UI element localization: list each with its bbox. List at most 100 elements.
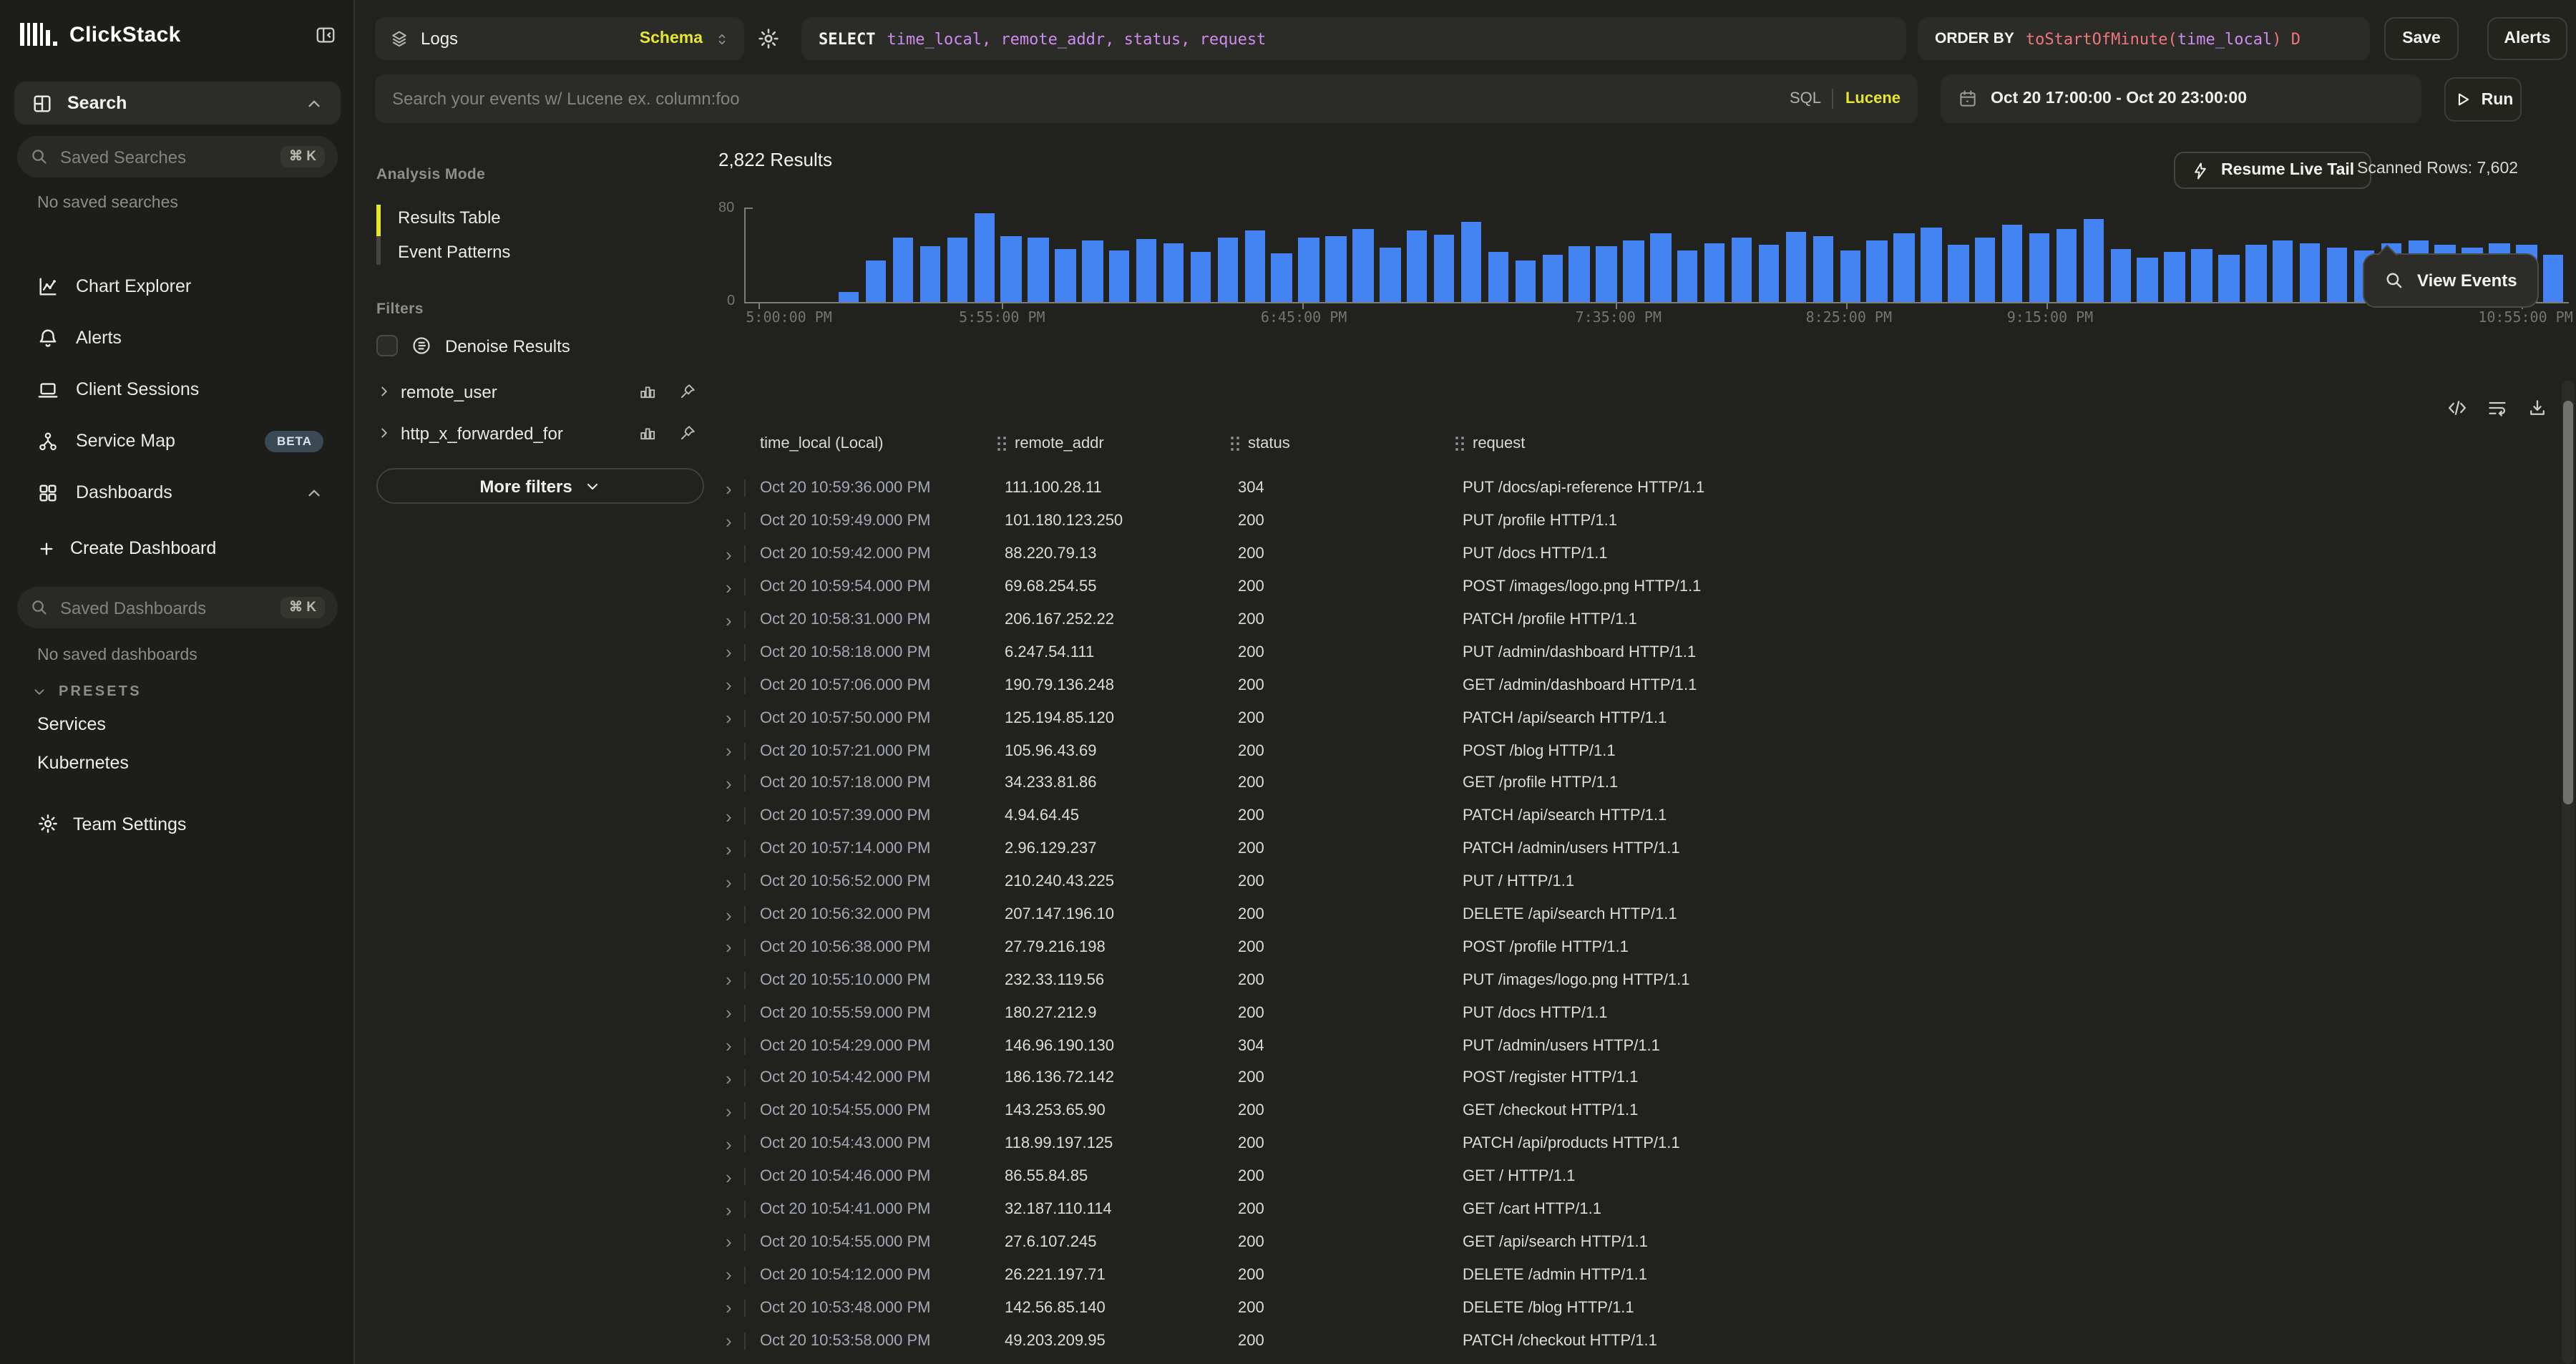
chart-bar[interactable]	[839, 291, 859, 302]
sidebar-item-search[interactable]: Search	[14, 82, 341, 125]
run-button[interactable]: Run	[2444, 77, 2522, 122]
chart-bar[interactable]	[2300, 243, 2321, 303]
chart-bar[interactable]	[1596, 246, 1617, 302]
table-row[interactable]: ›Oct 20 10:54:46.000 PM86.55.84.85200GET…	[716, 1160, 2576, 1193]
row-expand-chevron-icon[interactable]: ›	[726, 676, 732, 695]
table-row[interactable]: ›Oct 20 10:59:49.000 PM101.180.123.25020…	[716, 505, 2576, 538]
row-expand-chevron-icon[interactable]: ›	[726, 479, 732, 498]
table-row[interactable]: ›Oct 20 10:57:21.000 PM105.96.43.69200PO…	[716, 734, 2576, 767]
chart-bar[interactable]	[1136, 240, 1157, 302]
pin-icon[interactable]	[678, 424, 697, 442]
preset-item-services[interactable]: Services	[37, 714, 106, 734]
chart-bar[interactable]	[1840, 250, 1860, 302]
table-row[interactable]: ›Oct 20 10:57:06.000 PM190.79.136.248200…	[716, 669, 2576, 702]
chart-bar[interactable]	[1785, 231, 1806, 302]
row-expand-chevron-icon[interactable]: ›	[726, 1200, 732, 1219]
chart-bar[interactable]	[1434, 235, 1455, 302]
chart-bar[interactable]	[1759, 245, 1780, 302]
drag-handle-icon[interactable]	[1454, 435, 1465, 452]
table-row[interactable]: ›Oct 20 10:53:58.000 PM49.203.209.95200P…	[716, 1324, 2576, 1357]
chart-bar[interactable]	[893, 237, 914, 302]
filter-field-http-x-forwarded-for[interactable]: http_x_forwarded_for	[361, 412, 703, 454]
chart-bar[interactable]	[1244, 230, 1265, 302]
chart-bar[interactable]	[1299, 238, 1319, 302]
saved-dashboards-input[interactable]: Saved Dashboards ⌘ K	[17, 587, 338, 628]
table-row[interactable]: ›Oct 20 10:59:42.000 PM88.220.79.13200PU…	[716, 538, 2576, 571]
chart-bar[interactable]	[1813, 236, 1833, 302]
table-row[interactable]: ›Oct 20 10:57:18.000 PM34.233.81.86200GE…	[716, 767, 2576, 800]
row-expand-chevron-icon[interactable]: ›	[726, 971, 732, 990]
chart-bar[interactable]	[1272, 253, 1292, 302]
scrollbar-track[interactable]	[2562, 381, 2575, 1364]
mode-event-patterns[interactable]: Event Patterns	[376, 235, 710, 269]
more-filters-button[interactable]: More filters	[376, 468, 704, 504]
row-expand-chevron-icon[interactable]: ›	[726, 1102, 732, 1121]
chart-bar[interactable]	[1650, 233, 1671, 302]
row-expand-chevron-icon[interactable]: ›	[726, 545, 732, 563]
row-expand-chevron-icon[interactable]: ›	[726, 1266, 732, 1285]
time-range-picker[interactable]: Oct 20 17:00:00 - Oct 20 23:00:00	[1941, 74, 2421, 123]
chart-bar[interactable]	[1677, 250, 1698, 302]
chart-bar[interactable]	[1217, 237, 1238, 302]
download-icon[interactable]	[2527, 398, 2547, 418]
table-row[interactable]: ›Oct 20 10:54:43.000 PM118.99.197.125200…	[716, 1128, 2576, 1161]
row-expand-chevron-icon[interactable]: ›	[726, 643, 732, 662]
chart-bar[interactable]	[1163, 243, 1184, 303]
chart-bar[interactable]	[1569, 246, 1590, 302]
save-button[interactable]: Save	[2384, 17, 2459, 60]
column-header-status[interactable]: status	[1229, 435, 1290, 452]
chart-bar[interactable]	[1732, 237, 1752, 302]
chevron-up-icon[interactable]	[305, 483, 323, 502]
chart-bar[interactable]	[2245, 245, 2266, 302]
row-expand-chevron-icon[interactable]: ›	[726, 512, 732, 531]
presets-toggle[interactable]: PRESETS	[31, 684, 142, 700]
chart-bar[interactable]	[947, 237, 967, 302]
code-view-icon[interactable]	[2447, 398, 2467, 418]
sidebar-item-service-map[interactable]: Service Map BETA	[0, 415, 355, 467]
chart-bar[interactable]	[1001, 236, 1022, 302]
pin-icon[interactable]	[678, 382, 697, 401]
row-expand-chevron-icon[interactable]: ›	[726, 610, 732, 629]
table-row[interactable]: ›Oct 20 10:54:12.000 PM26.221.197.71200D…	[716, 1259, 2576, 1292]
chart-bar[interactable]	[1948, 244, 1968, 302]
row-expand-chevron-icon[interactable]: ›	[726, 708, 732, 727]
column-header-request[interactable]: request	[1454, 435, 1525, 452]
table-row[interactable]: ›Oct 20 10:54:42.000 PM186.136.72.142200…	[716, 1062, 2576, 1095]
row-expand-chevron-icon[interactable]: ›	[726, 938, 732, 957]
chart-bar[interactable]	[1407, 230, 1428, 302]
row-expand-chevron-icon[interactable]: ›	[726, 774, 732, 793]
chart-bar[interactable]	[1326, 236, 1347, 302]
chevron-right-icon[interactable]	[376, 384, 392, 399]
chart-bar[interactable]	[1082, 240, 1103, 302]
chart-bar[interactable]	[2029, 233, 2050, 302]
view-events-tooltip[interactable]: View Events	[2363, 253, 2539, 308]
preset-item-kubernetes[interactable]: Kubernetes	[37, 753, 129, 773]
row-expand-chevron-icon[interactable]: ›	[726, 872, 732, 891]
column-header-remote-addr[interactable]: remote_addr	[996, 435, 1104, 452]
select-clause-input[interactable]: SELECT time_local, remote_addr, status, …	[801, 17, 1906, 60]
table-row[interactable]: ›Oct 20 10:57:39.000 PM4.94.64.45200PATC…	[716, 800, 2576, 833]
row-expand-chevron-icon[interactable]: ›	[726, 839, 732, 858]
bar-chart-icon[interactable]	[638, 424, 657, 442]
chart-bar[interactable]	[2543, 255, 2564, 302]
scrollbar-thumb[interactable]	[2563, 401, 2573, 804]
resume-live-tail-button[interactable]: Resume Live Tail	[2174, 152, 2371, 189]
row-expand-chevron-icon[interactable]: ›	[726, 578, 732, 596]
mode-results-table[interactable]: Results Table	[376, 200, 710, 235]
chart-bar[interactable]	[2192, 249, 2212, 302]
chart-bar[interactable]	[919, 246, 940, 302]
drag-handle-icon[interactable]	[996, 435, 1008, 452]
orderby-clause-input[interactable]: ORDER BY toStartOfMinute( time_local ) D	[1918, 17, 2370, 60]
chart-bar[interactable]	[1542, 255, 1563, 302]
source-selector[interactable]: Logs Schema	[375, 17, 744, 60]
chart-bar[interactable]	[866, 260, 887, 302]
chart-bar[interactable]	[1380, 248, 1400, 302]
query-settings-gear-icon[interactable]	[757, 27, 780, 50]
team-settings-button[interactable]: Team Settings	[37, 813, 186, 834]
chart-bar[interactable]	[1461, 222, 1482, 302]
lang-lucene-toggle[interactable]: Lucene	[1845, 90, 1901, 107]
chart-bar[interactable]	[1028, 238, 1049, 302]
schema-link[interactable]: Schema	[640, 30, 703, 47]
chart-bar[interactable]	[2165, 253, 2185, 302]
lang-sql-toggle[interactable]: SQL	[1790, 90, 1821, 107]
